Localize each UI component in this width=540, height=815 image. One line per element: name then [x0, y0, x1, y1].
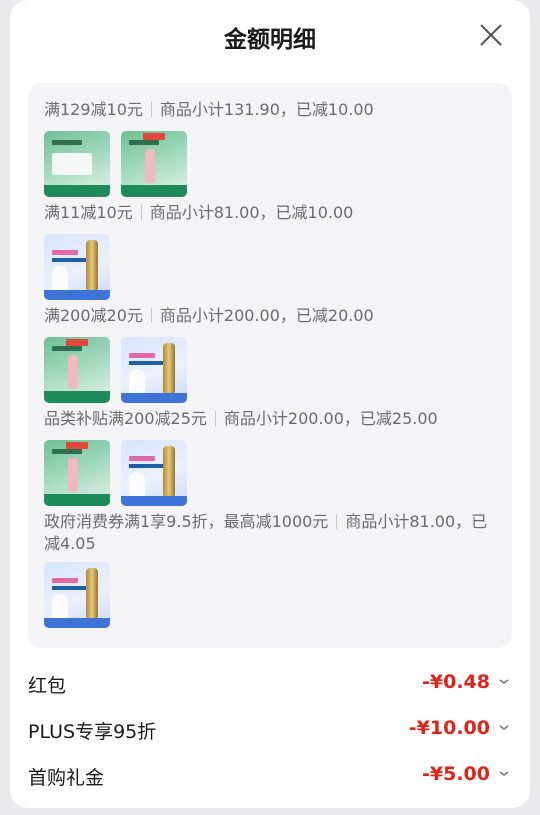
discount-detail: 商品小计131.90，已减10.00 [159, 100, 374, 119]
discount-group-title: 政府消费券满1享9.5折，最高减1000元 商品小计81.00，已减4.05 [44, 511, 494, 555]
product-thumbnail[interactable] [44, 337, 110, 403]
divider [150, 308, 152, 323]
row-label: PLUS专享95折 [28, 721, 157, 743]
divider [140, 205, 142, 220]
product-thumbnail[interactable] [44, 234, 110, 300]
discount-group-title: 品类补贴满200减25元 商品小计200.00，已减25.00 [44, 408, 438, 430]
discount-rule: 满11减10元 [44, 203, 133, 222]
discount-detail: 商品小计200.00，已减25.00 [223, 409, 438, 428]
chevron-down-icon[interactable] [496, 672, 512, 692]
divider [336, 514, 338, 529]
discount-groups-panel: 满129减10元 商品小计131.90，已减10.00 满11减10元 商品小计81… [28, 83, 512, 648]
discount-rule: 满200减20元 [44, 306, 143, 325]
row-amount: -¥10.00 [408, 717, 490, 739]
product-thumbnail[interactable] [44, 440, 110, 506]
sheet-header: 金额明细 [10, 0, 530, 68]
page-title: 金额明细 [224, 27, 316, 53]
product-thumbnail[interactable] [121, 131, 187, 197]
product-thumbnail[interactable] [44, 131, 110, 197]
divider [214, 411, 216, 426]
summary-row-plus-discount[interactable]: PLUS专享95折 -¥10.00 [28, 714, 512, 744]
row-label: 首购礼金 [28, 767, 105, 789]
discount-detail: 商品小计200.00，已减20.00 [159, 306, 374, 325]
row-amount: -¥5.00 [422, 763, 490, 785]
row-label: 红包 [28, 675, 67, 697]
product-thumbnail[interactable] [121, 337, 187, 403]
row-amount: -¥0.48 [422, 671, 490, 693]
discount-rule: 品类补贴满200减25元 [44, 409, 207, 428]
product-thumbnail[interactable] [44, 562, 110, 628]
summary-row-first-purchase[interactable]: 首购礼金 -¥5.00 [28, 760, 512, 790]
product-thumbnail[interactable] [121, 440, 187, 506]
discount-rule: 政府消费券满1享9.5折，最高减1000元 [44, 512, 329, 531]
chevron-down-icon[interactable] [496, 764, 512, 784]
divider [150, 102, 152, 117]
chevron-down-icon[interactable] [496, 718, 512, 738]
amount-detail-sheet: 金额明细 满129减10元 商品小计131.90，已减10.00 满11减10元商… [10, 0, 530, 808]
discount-detail: 商品小计81.00，已减10.00 [149, 203, 354, 222]
discount-group-title: 满200减20元 商品小计200.00，已减20.00 [44, 305, 374, 327]
discount-group-title: 满11减10元 商品小计81.00，已减10.00 [44, 202, 353, 224]
discount-rule: 满129减10元 [44, 100, 143, 119]
close-icon[interactable] [478, 22, 504, 48]
summary-row-red-packet[interactable]: 红包 -¥0.48 [28, 668, 512, 698]
discount-group-title: 满129减10元 商品小计131.90，已减10.00 [44, 99, 374, 121]
